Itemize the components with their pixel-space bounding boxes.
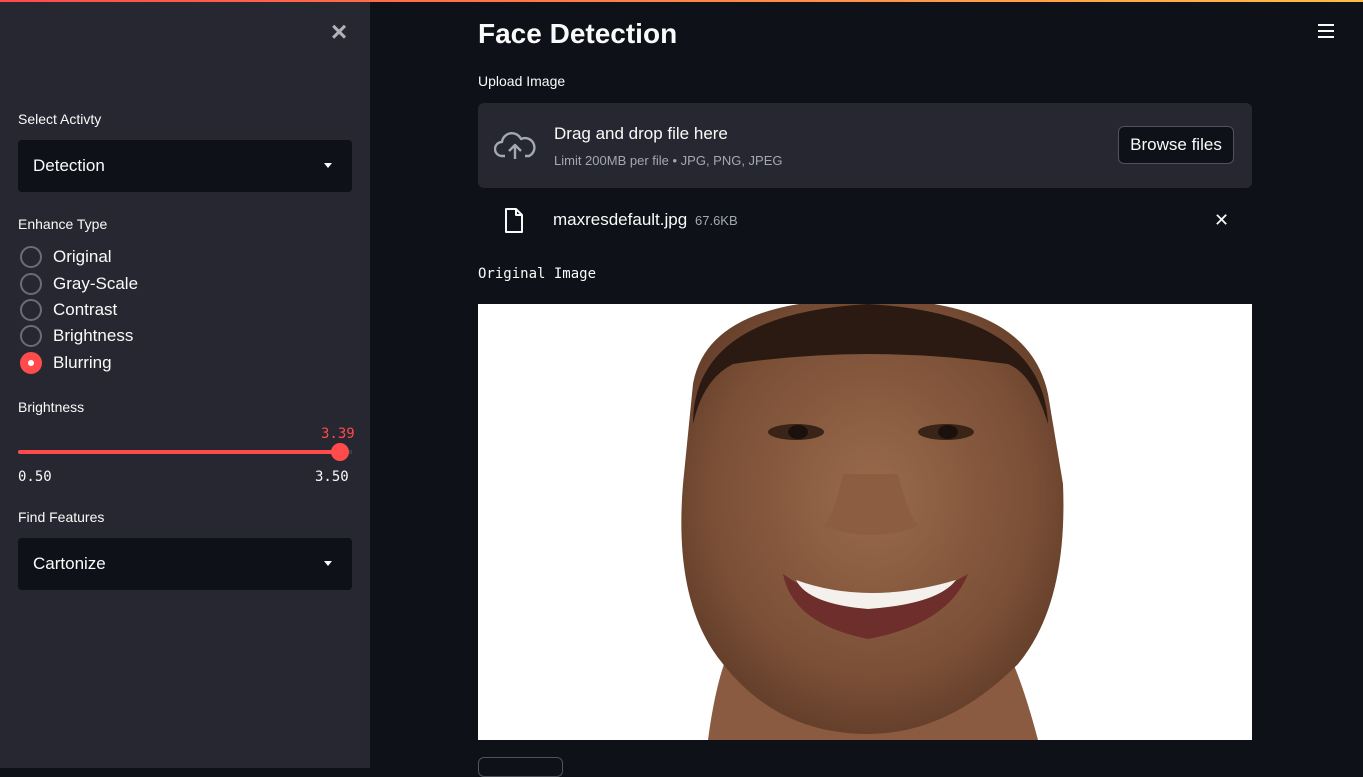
slider-min-label: 0.50 [18, 469, 52, 485]
remove-file-icon[interactable]: ✕ [1214, 210, 1229, 231]
radio-label: Contrast [53, 300, 118, 319]
slider-current-value: 3.39 [321, 426, 355, 442]
file-size: 67.6KB [695, 213, 738, 228]
hamburger-menu-icon[interactable] [1318, 24, 1334, 38]
dropzone-title: Drag and drop file here [554, 124, 728, 143]
upload-image-label: Upload Image [478, 73, 566, 89]
slider-max-label: 3.50 [315, 469, 349, 485]
file-name: maxresdefault.jpg [553, 210, 688, 229]
radio-label: Blurring [53, 353, 112, 372]
chevron-down-icon [324, 163, 332, 168]
uploaded-file-row: maxresdefault.jpg 67.6KB ✕ [478, 198, 1252, 242]
original-image-label: Original Image [478, 266, 597, 282]
radio-label: Gray-Scale [53, 274, 139, 293]
radio-circle[interactable] [20, 246, 42, 268]
close-sidebar-icon[interactable]: × [327, 18, 351, 46]
slider-thumb[interactable] [331, 443, 349, 461]
dropzone-limits: Limit 200MB per file • JPG, PNG, JPEG [554, 153, 783, 168]
brightness-slider-label: Brightness [18, 399, 85, 415]
radio-circle[interactable] [20, 299, 42, 321]
page-title: Face Detection [478, 18, 678, 49]
select-activity-value: Detection [33, 156, 105, 175]
slider-track[interactable] [18, 450, 352, 454]
find-features-dropdown[interactable]: Cartonize [18, 538, 352, 590]
face-photo [478, 304, 1252, 740]
find-features-value: Cartonize [33, 554, 106, 573]
find-features-label: Find Features [18, 509, 105, 525]
select-activity-label: Select Activty [18, 111, 102, 127]
radio-label: Brightness [53, 326, 134, 345]
radio-circle[interactable] [20, 273, 42, 295]
radio-circle[interactable] [20, 325, 42, 347]
browse-files-button[interactable]: Browse files [1118, 126, 1234, 164]
partial-button[interactable] [478, 757, 563, 777]
original-image [478, 304, 1252, 740]
sidebar: × Select Activty Detection Enhance Type … [0, 2, 370, 768]
cloud-upload-icon [494, 132, 536, 159]
radio-circle-selected[interactable] [20, 352, 42, 374]
radio-label: Original [53, 247, 112, 266]
chevron-down-icon [324, 561, 332, 566]
enhance-type-label: Enhance Type [18, 216, 108, 232]
select-activity-dropdown[interactable]: Detection [18, 140, 352, 192]
file-dropzone[interactable]: Drag and drop file here Limit 200MB per … [478, 103, 1252, 188]
file-icon [505, 208, 523, 233]
